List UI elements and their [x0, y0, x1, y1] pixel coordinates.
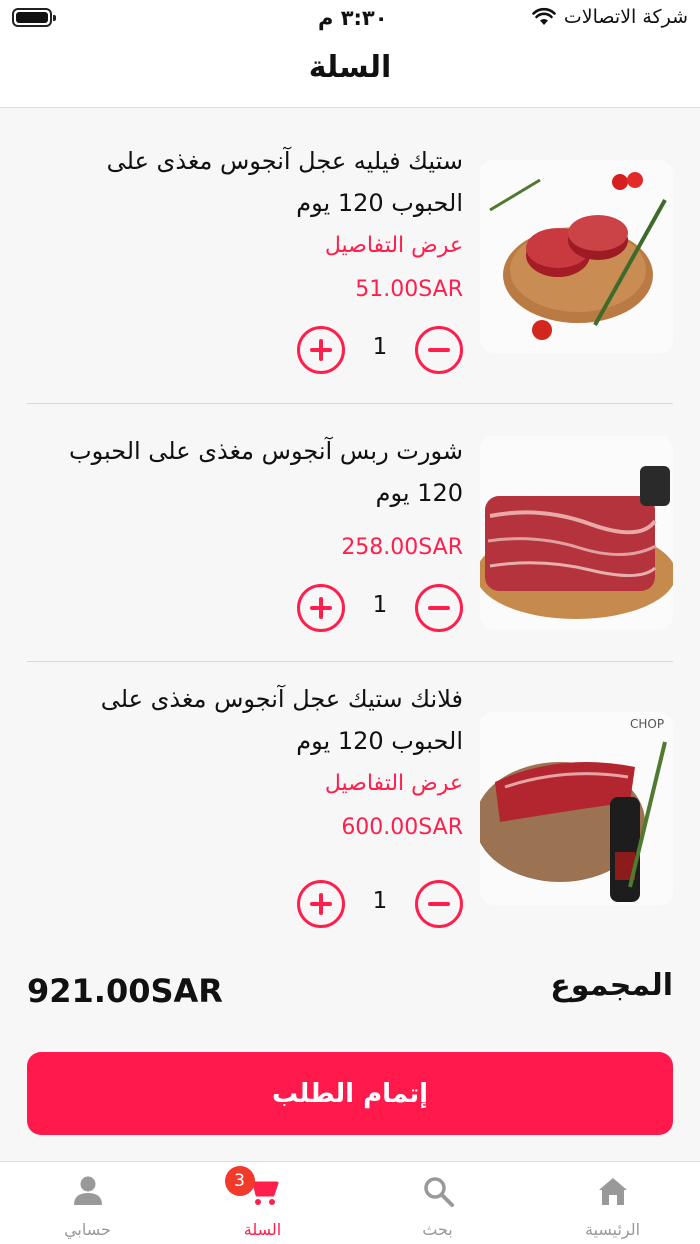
cart-count-badge: 3	[224, 1166, 255, 1196]
product-image[interactable]: CHOP	[480, 712, 673, 905]
minus-icon	[428, 606, 450, 610]
decrease-quantity-button[interactable]	[415, 584, 463, 632]
decrease-quantity-button[interactable]	[415, 880, 463, 928]
tab-cart[interactable]: 3 السلة	[175, 1162, 350, 1244]
product-name: شورت ربس آنجوس مغذى على الحبوب 120 يوم	[68, 437, 463, 507]
product-name: ستيك فيليه عجل آنجوس مغذى على الحبوب 120…	[106, 147, 463, 217]
product-price: 51.00SAR	[355, 277, 463, 302]
minus-icon	[428, 348, 450, 352]
product-price: 258.00SAR	[341, 535, 463, 560]
cart-item-2: شورت ربس آنجوس مغذى على الحبوب 120 يوم 2…	[27, 404, 673, 662]
item-info: ستيك فيليه عجل آنجوس مغذى على الحبوب 120…	[43, 140, 463, 310]
cart-item-1: ستيك فيليه عجل آنجوس مغذى على الحبوب 120…	[27, 140, 673, 404]
carrier-info: شركة الاتصالات	[532, 6, 688, 28]
tab-account[interactable]: حسابي	[0, 1162, 175, 1244]
view-details-link[interactable]: عرض التفاصيل	[43, 226, 463, 266]
minus-icon	[428, 902, 450, 906]
quantity-stepper: 1	[297, 584, 463, 632]
cart-item-3: CHOP فلانك ستيك عجل آنجوس مغذى على الحبو…	[27, 662, 673, 942]
user-icon	[73, 1176, 102, 1205]
total-value: 921.00SAR	[27, 972, 223, 1010]
battery-icon	[12, 8, 56, 27]
tab-bar: حسابي 3 السلة بحث الرئيسية	[0, 1161, 700, 1244]
tab-search[interactable]: بحث	[350, 1162, 525, 1244]
carrier-name: شركة الاتصالات	[563, 6, 688, 28]
total-label: المجموع	[550, 968, 673, 1003]
increase-quantity-button[interactable]	[297, 880, 345, 928]
svg-text:CHOP: CHOP	[630, 717, 664, 731]
page-title: السلة	[308, 50, 392, 85]
quantity-value: 1	[372, 888, 388, 914]
increase-quantity-button[interactable]	[297, 584, 345, 632]
product-price: 600.00SAR	[341, 815, 463, 840]
increase-quantity-button[interactable]	[297, 326, 345, 374]
product-image[interactable]	[480, 436, 673, 629]
home-icon	[598, 1178, 627, 1205]
tab-label: الرئيسية	[584, 1220, 641, 1239]
quantity-value: 1	[372, 592, 388, 618]
product-image[interactable]	[480, 160, 673, 353]
quantity-stepper: 1	[297, 326, 463, 374]
tab-home[interactable]: الرئيسية	[525, 1162, 700, 1244]
product-name: فلانك ستيك عجل آنجوس مغذى على الحبوب 120…	[100, 685, 463, 755]
tab-label: بحث	[422, 1220, 453, 1239]
nav-bar: السلة	[0, 40, 700, 108]
view-details-link[interactable]: عرض التفاصيل	[43, 764, 463, 804]
checkout-button[interactable]: إتمام الطلب	[27, 1052, 673, 1135]
decrease-quantity-button[interactable]	[415, 326, 463, 374]
item-info: فلانك ستيك عجل آنجوس مغذى على الحبوب 120…	[43, 678, 463, 848]
status-time: ٣:٣٠ م	[318, 6, 388, 30]
tab-label: حسابي	[64, 1220, 111, 1239]
quantity-value: 1	[372, 334, 388, 360]
quantity-stepper: 1	[297, 880, 463, 928]
tab-label: السلة	[243, 1220, 282, 1239]
status-bar: ٣:٣٠ م شركة الاتصالات	[0, 0, 700, 40]
search-icon	[423, 1177, 454, 1207]
wifi-icon	[532, 7, 556, 25]
item-info: شورت ربس آنجوس مغذى على الحبوب 120 يوم 2…	[43, 430, 463, 568]
